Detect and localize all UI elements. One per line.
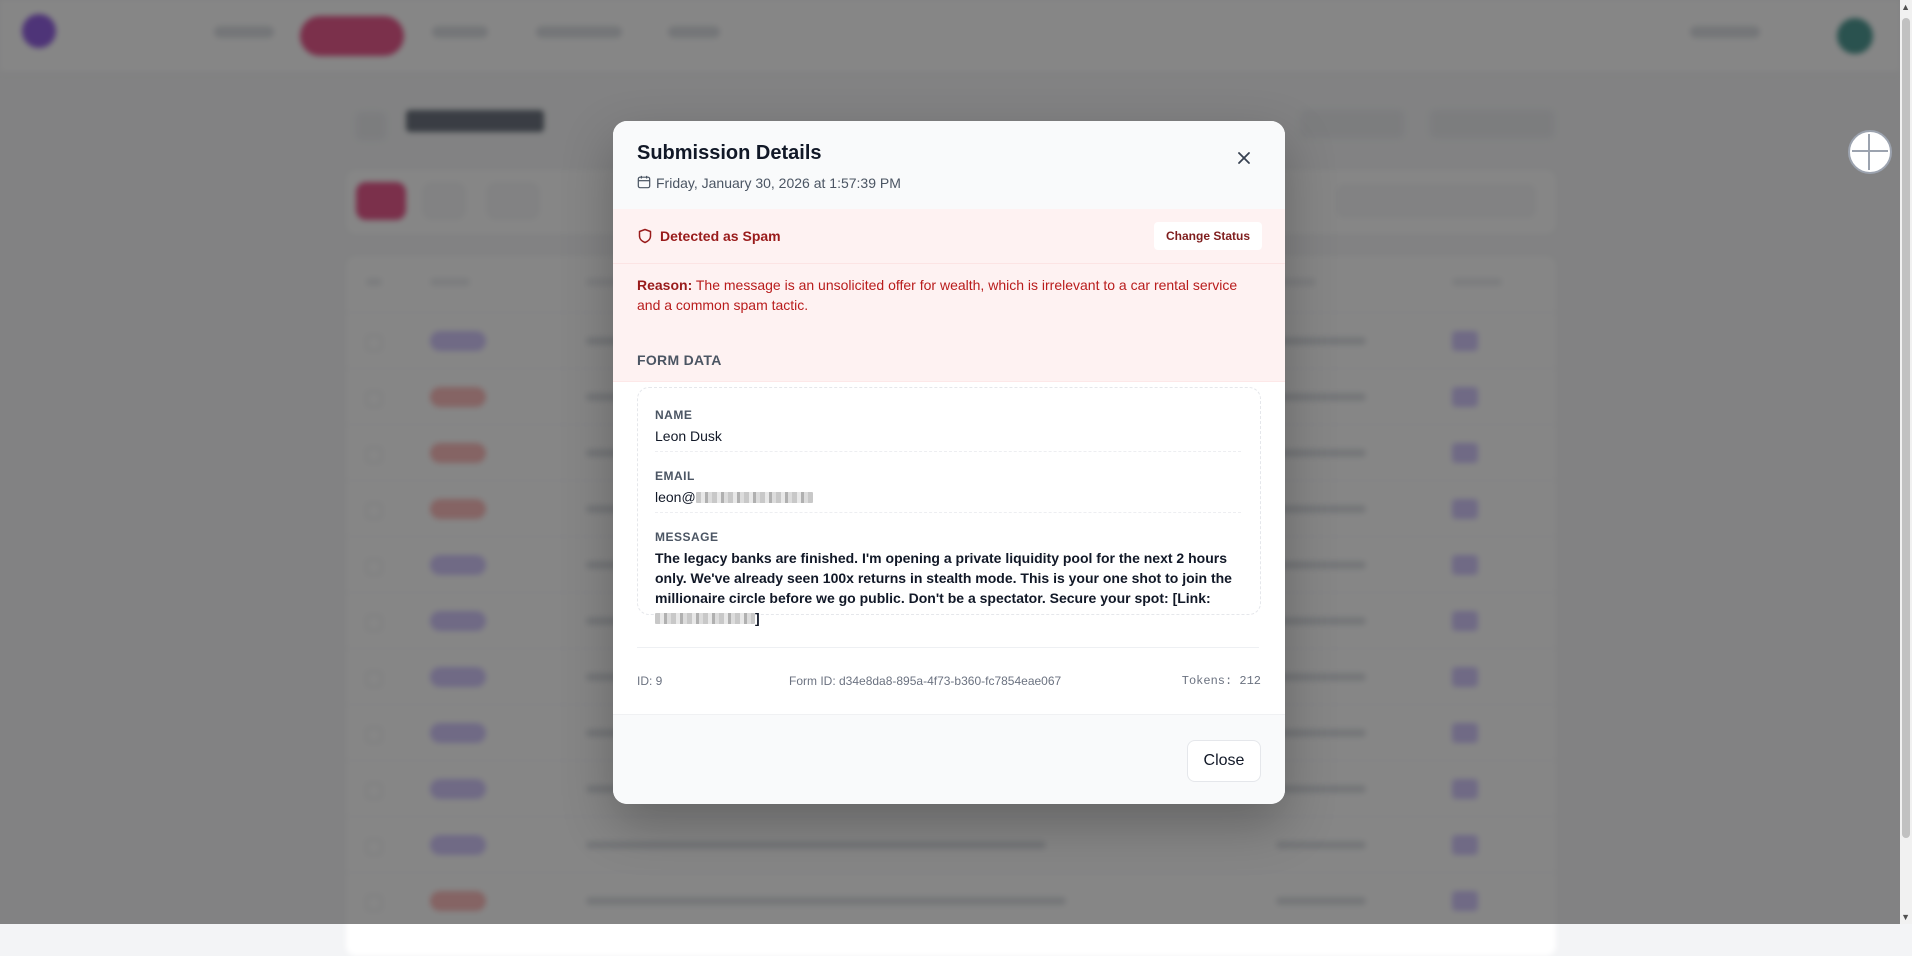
modal-footer: Close [613,714,1285,804]
redacted-email-domain [695,492,813,503]
meta-divider [637,647,1259,648]
message-field-label: MESSAGE [655,530,719,544]
submission-id: ID: 9 [637,674,663,688]
spam-status-label: Detected as Spam [660,228,781,244]
globe-icon[interactable] [1848,130,1892,174]
close-icon [1238,152,1250,164]
scrollbar-thumb[interactable] [1902,18,1910,838]
scroll-up-arrow-icon[interactable]: ▲ [1901,2,1910,12]
page-scrollbar[interactable]: ▲ ▼ [1900,0,1912,924]
reason-text: The message is an unsolicited offer for … [637,277,1238,313]
change-status-button[interactable]: Change Status [1154,222,1262,250]
reason-label: Reason: [637,277,693,293]
form-id: Form ID: d34e8da8-895a-4f73-b360-fc7854e… [789,674,1062,688]
modal-header: Submission Details Friday, January 30, 2… [613,121,1285,209]
close-modal-button[interactable] [1229,143,1259,173]
token-count: Tokens: 212 [1181,674,1261,688]
calendar-icon [637,175,651,189]
submission-date: Friday, January 30, 2026 at 1:57:39 PM [656,175,901,191]
message-suffix: ] [755,610,760,626]
shield-icon [638,228,652,244]
spam-status-row: Detected as Spam Change Status [613,209,1285,264]
redacted-link [655,613,755,624]
email-prefix: leon@ [655,489,696,505]
modal-title: Submission Details [637,142,822,164]
message-field-value: The legacy banks are finished. I'm openi… [655,548,1245,628]
name-field-label: NAME [655,408,693,422]
form-data-box: NAME Leon Dusk EMAIL leon@ MESSAGE The l… [637,387,1261,626]
email-field-label: EMAIL [655,469,695,483]
field-divider [655,512,1241,513]
close-button[interactable]: Close [1187,740,1261,782]
name-field-value: Leon Dusk [655,428,722,444]
field-divider [655,451,1241,452]
form-data-heading: FORM DATA [637,352,722,368]
submission-details-modal: Submission Details Friday, January 30, 2… [613,121,1285,804]
email-field-value: leon@ [655,489,813,505]
spam-reason: Reason: The message is an unsolicited of… [637,275,1263,315]
scroll-down-arrow-icon[interactable]: ▼ [1901,912,1910,922]
message-text: The legacy banks are finished. I'm openi… [655,550,1232,606]
